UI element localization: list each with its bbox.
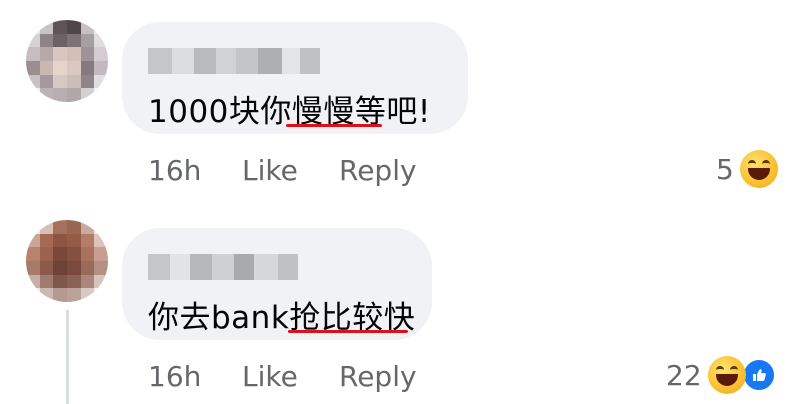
author-name-blurred[interactable]	[148, 48, 320, 74]
red-underline-annotation	[288, 330, 408, 333]
like-button[interactable]: Like	[242, 154, 339, 187]
haha-reaction-icon	[739, 150, 778, 188]
comment-2: 你去bank抢比较快 16h Like Reply 22	[0, 200, 800, 404]
avatar-pixelated[interactable]	[26, 20, 108, 102]
timestamp[interactable]: 16h	[148, 360, 242, 393]
reactions-summary[interactable]: 22	[666, 356, 776, 394]
reply-button[interactable]: Reply	[339, 154, 417, 187]
red-underline-annotation	[286, 124, 382, 127]
reactions-summary[interactable]: 5	[716, 150, 778, 188]
reply-thread-line	[66, 310, 69, 404]
comment-1: 1000块你慢慢等吧! 16h Like Reply 5	[0, 0, 800, 200]
reaction-count: 22	[666, 358, 702, 392]
author-name-blurred[interactable]	[148, 254, 298, 280]
timestamp[interactable]: 16h	[148, 154, 242, 187]
haha-reaction-icon	[707, 356, 746, 394]
comment-actions: 16h Like Reply	[148, 154, 417, 187]
reaction-count: 5	[716, 152, 734, 186]
avatar-pixelated[interactable]	[26, 220, 108, 302]
reply-button[interactable]: Reply	[339, 360, 417, 393]
like-reaction-icon	[741, 358, 776, 392]
like-button[interactable]: Like	[242, 360, 339, 393]
comment-actions: 16h Like Reply	[148, 360, 417, 393]
